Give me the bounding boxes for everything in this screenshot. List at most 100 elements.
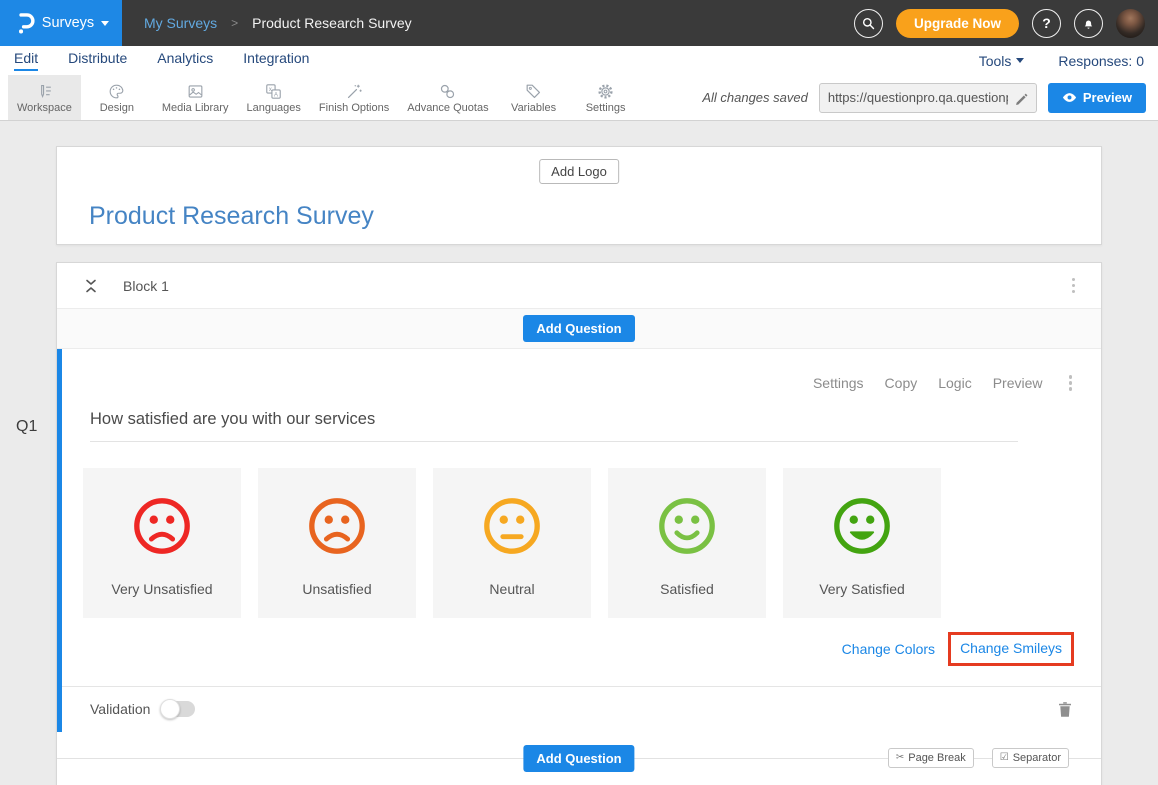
nav-tabs: Edit Distribute Analytics Integration: [14, 50, 309, 71]
toolbar-item-label: Finish Options: [319, 102, 389, 114]
add-question-button-top[interactable]: Add Question: [523, 315, 634, 342]
responses-count: Responses: 0: [1058, 53, 1144, 69]
eye-icon: [1062, 92, 1077, 103]
smiley-option-very-satisfied[interactable]: Very Satisfied: [783, 468, 941, 618]
breadcrumb-separator: >: [231, 16, 238, 30]
search-button[interactable]: [854, 9, 883, 38]
validation-toggle[interactable]: [162, 701, 195, 717]
smiley-frown-icon: [306, 495, 368, 557]
tab-analytics[interactable]: Analytics: [157, 50, 213, 71]
settings-icon: [596, 82, 615, 101]
toolbar-item-design[interactable]: Design: [81, 75, 153, 120]
add-question-row-bottom: Add Question ✂ Page Break ☑ Separator: [57, 732, 1101, 785]
add-question-row-top: Add Question: [57, 309, 1101, 349]
surveys-menu-label: Surveys: [42, 15, 94, 31]
annotation-highlight-box: Change Smileys: [948, 632, 1074, 666]
option-label: Satisfied: [660, 581, 714, 597]
smiley-option-neutral[interactable]: Neutral: [433, 468, 591, 618]
question-action-preview[interactable]: Preview: [993, 375, 1043, 391]
breadcrumb-my-surveys-link[interactable]: My Surveys: [144, 15, 217, 31]
add-logo-button[interactable]: Add Logo: [539, 159, 619, 184]
surveys-menu[interactable]: Surveys: [0, 0, 122, 46]
question-actions: Settings Copy Logic Preview: [62, 349, 1101, 395]
delete-question-button[interactable]: [1056, 699, 1074, 720]
tab-distribute[interactable]: Distribute: [68, 50, 127, 71]
tab-edit[interactable]: Edit: [14, 50, 38, 71]
toolbar-item-languages[interactable]: xALanguages: [237, 75, 309, 120]
block-collapse-button[interactable]: [84, 278, 98, 294]
option-label: Very Satisfied: [819, 581, 905, 597]
questionpro-survey-editor: Surveys My Surveys > Product Research Su…: [0, 0, 1158, 785]
option-label: Very Unsatisfied: [111, 581, 212, 597]
preview-button[interactable]: Preview: [1048, 83, 1146, 113]
help-button[interactable]: ?: [1032, 9, 1061, 38]
trash-icon: [1058, 701, 1072, 718]
caret-down-icon: [101, 21, 109, 26]
page-break-button[interactable]: ✂ Page Break: [888, 748, 974, 768]
toolbar-item-label: Workspace: [17, 102, 72, 114]
question-links-row: Change Colors Change Smileys: [62, 632, 1074, 666]
question-text[interactable]: How satisfied are you with our services: [90, 410, 1018, 429]
toolbar-item-label: Languages: [246, 102, 300, 114]
question-block: Settings Copy Logic Preview How satisfied a…: [57, 349, 1101, 732]
finish-options-icon: [345, 82, 364, 101]
question-section: Settings Copy Logic Preview How satisfied a…: [62, 349, 1101, 686]
collapse-icon: [84, 278, 98, 294]
tools-menu[interactable]: Tools: [979, 53, 1025, 69]
search-icon: [861, 16, 876, 31]
svg-text:x: x: [269, 87, 272, 93]
toolbar-item-media-library[interactable]: Media Library: [153, 75, 238, 120]
languages-icon: xA: [264, 82, 283, 101]
survey-title[interactable]: Product Research Survey: [89, 202, 374, 231]
smiley-option-very-unsatisfied[interactable]: Very Unsatisfied: [83, 468, 241, 618]
save-status: All changes saved: [702, 90, 808, 105]
toolbar-item-workspace[interactable]: Workspace: [8, 75, 81, 120]
question-action-copy[interactable]: Copy: [885, 375, 918, 391]
breadcrumb: My Surveys > Product Research Survey: [144, 15, 412, 31]
survey-url-input[interactable]: https://questionpro.qa.questionp: [819, 83, 1037, 113]
toolbar-item-label: Advance Quotas: [407, 102, 488, 114]
block-menu-button[interactable]: [1068, 274, 1080, 298]
validation-label: Validation: [90, 701, 150, 717]
preview-button-label: Preview: [1083, 90, 1132, 105]
scissors-icon: ✂: [896, 752, 904, 763]
toolbar-items: WorkspaceDesignMedia LibraryxALanguagesF…: [8, 75, 642, 120]
block-title[interactable]: Block 1: [123, 278, 169, 294]
toolbar-item-label: Settings: [586, 102, 626, 114]
design-icon: [107, 82, 126, 101]
pencil-icon[interactable]: [1014, 91, 1028, 105]
question-action-logic[interactable]: Logic: [938, 375, 971, 391]
page-break-label: Page Break: [908, 752, 965, 764]
toolbar-item-label: Design: [100, 102, 134, 114]
toolbar-item-settings[interactable]: Settings: [570, 75, 642, 120]
survey-url-value: https://questionpro.qa.questionp: [828, 90, 1008, 105]
validation-row: Validation: [62, 686, 1101, 732]
add-question-button-bottom[interactable]: Add Question: [523, 745, 634, 772]
toolbar-right: All changes saved https://questionpro.qa…: [702, 75, 1158, 120]
toolbar-item-finish-options[interactable]: Finish Options: [310, 75, 398, 120]
upgrade-now-button[interactable]: Upgrade Now: [896, 9, 1019, 38]
subnav-right: Tools Responses: 0: [979, 53, 1144, 69]
checkbox-icon: ☑: [1000, 752, 1009, 763]
questionpro-logo-icon: [13, 9, 35, 37]
smiley-grin-icon: [831, 495, 893, 557]
tools-menu-label: Tools: [979, 53, 1012, 69]
notifications-button[interactable]: [1074, 9, 1103, 38]
survey-subnav: Edit Distribute Analytics Integration Tools…: [0, 46, 1158, 75]
separator-button[interactable]: ☑ Separator: [992, 748, 1069, 768]
bottom-right-buttons: ✂ Page Break ☑ Separator: [888, 748, 1069, 768]
smiley-options: Very Unsatisfied UnsatisfiedNeutral Satisf…: [83, 468, 1101, 618]
smiley-option-satisfied[interactable]: Satisfied: [608, 468, 766, 618]
smiley-option-unsatisfied[interactable]: Unsatisfied: [258, 468, 416, 618]
toolbar-item-variables[interactable]: Variables: [498, 75, 570, 120]
top-header: Surveys My Surveys > Product Research Su…: [0, 0, 1158, 46]
toolbar-item-advance-quotas[interactable]: Advance Quotas: [398, 75, 497, 120]
separator-label: Separator: [1013, 752, 1061, 764]
toolbar-item-label: Variables: [511, 102, 556, 114]
question-menu-button[interactable]: [1065, 371, 1077, 395]
change-smileys-link[interactable]: Change Smileys: [960, 640, 1062, 656]
question-action-settings[interactable]: Settings: [813, 375, 864, 391]
user-avatar[interactable]: [1116, 9, 1145, 38]
change-colors-link[interactable]: Change Colors: [842, 641, 935, 657]
tab-integration[interactable]: Integration: [243, 50, 309, 71]
